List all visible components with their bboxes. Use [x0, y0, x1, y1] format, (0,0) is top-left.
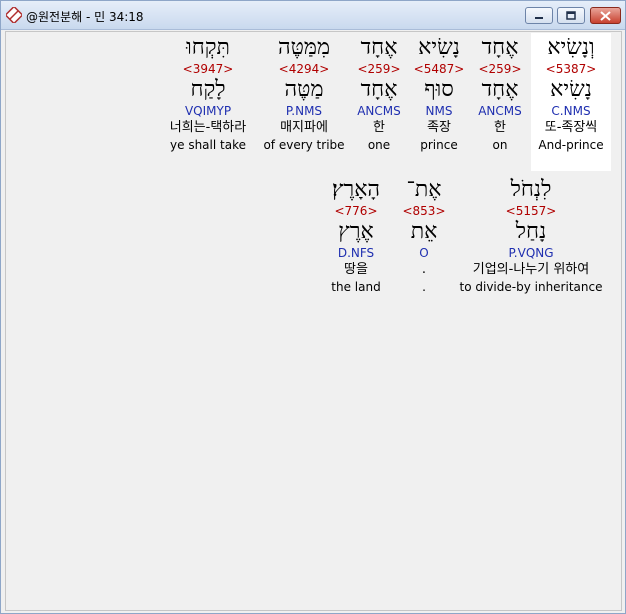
- morphology-code: NMS: [425, 104, 453, 118]
- word-block[interactable]: אֶת־ <853> אֵת O . .: [399, 177, 449, 295]
- english-gloss: prince: [420, 138, 458, 152]
- morphology-code: ANCMS: [357, 104, 401, 118]
- korean-gloss: 한: [494, 120, 506, 135]
- morphology-code: D.NFS: [337, 246, 375, 260]
- hebrew-word: תִּקְחוּ: [186, 35, 230, 60]
- word-block[interactable]: הָאָרֶץ׃ <776> אֶרֶץ D.NFS 땅을 the land: [317, 177, 395, 295]
- maximize-icon: [566, 11, 576, 20]
- close-icon: [600, 10, 611, 21]
- lexical-form: אֶרֶץ: [338, 219, 374, 244]
- hebrew-word: אֶחָד: [481, 35, 519, 60]
- strong-number: <5487>: [413, 62, 465, 76]
- close-button[interactable]: [590, 7, 621, 24]
- english-gloss: .: [422, 280, 426, 294]
- hebrew-word: נָשִׂיא: [418, 35, 460, 60]
- strong-number: <776>: [334, 204, 378, 218]
- lexical-form: לָקַח: [190, 77, 226, 102]
- app-window: @원전분해 - 민 34:18 וְנָשִׂיא <5387> נָשִׂיא…: [0, 0, 626, 614]
- strong-number: <5387>: [545, 62, 597, 76]
- word-block[interactable]: נָשִׂיא <5487> סוּף NMS 족장 prince: [411, 35, 467, 153]
- hebrew-word: אֶחָד: [360, 35, 398, 60]
- maximize-button[interactable]: [557, 7, 585, 24]
- minimize-button[interactable]: [525, 7, 553, 24]
- lexical-form: מַטֶּה: [284, 77, 324, 102]
- word-block[interactable]: תִּקְחוּ <3947> לָקַח VQIMYP 너희는-택하라 ye …: [159, 35, 257, 153]
- app-icon: [6, 7, 22, 23]
- morphology-code: ANCMS: [478, 104, 522, 118]
- korean-gloss: 한: [373, 120, 385, 135]
- word-block[interactable]: לִנְחֹל <5157> נָחַל P.VQNG 기업의-나누기 위하여 …: [453, 177, 609, 295]
- hebrew-word: מִמַּטֶּה: [277, 35, 331, 60]
- korean-gloss: 땅을: [344, 262, 368, 277]
- lexical-form: אֵת: [410, 219, 438, 244]
- morphology-code: C.NMS: [551, 104, 591, 118]
- lexical-form: נָשִׂיא: [550, 77, 592, 102]
- lexical-form: נָחַל: [515, 219, 547, 244]
- hebrew-word: הָאָרֶץ׃: [331, 177, 381, 202]
- window-title: @원전분해 - 민 34:18: [26, 10, 144, 24]
- korean-gloss: 매지파에: [280, 120, 328, 135]
- lexical-form: סוּף: [424, 77, 454, 102]
- english-gloss: on: [492, 138, 508, 152]
- english-gloss: And-prince: [538, 138, 604, 152]
- korean-gloss: 너희는-택하라: [169, 120, 247, 135]
- morphology-code: P.VQNG: [508, 246, 554, 260]
- strong-number: <5157>: [505, 204, 557, 218]
- korean-gloss: 족장: [427, 120, 451, 135]
- korean-gloss: .: [421, 262, 427, 277]
- morphology-code: VQIMYP: [184, 104, 232, 118]
- korean-gloss: 기업의-나누기 위하여: [472, 262, 590, 277]
- english-gloss: the land: [331, 280, 381, 294]
- strong-number: <853>: [402, 204, 446, 218]
- lexical-form: אֶחָד: [481, 77, 519, 102]
- korean-gloss: 또-족장씩: [544, 120, 598, 135]
- morphology-code: P.NMS: [285, 104, 323, 118]
- strong-number: <259>: [478, 62, 522, 76]
- word-block[interactable]: מִמַּטֶּה <4294> מַטֶּה P.NMS 매지파에 of ev…: [263, 35, 345, 153]
- strong-number: <3947>: [182, 62, 234, 76]
- word-block[interactable]: אֶחָד <259> אֶחָד ANCMS 한 on: [471, 35, 529, 153]
- strong-number: <259>: [357, 62, 401, 76]
- title-bar[interactable]: @원전분해 - 민 34:18: [1, 1, 625, 30]
- english-gloss: one: [367, 138, 391, 152]
- english-gloss: of every tribe: [263, 138, 345, 152]
- word-block[interactable]: אֶחָד <259> אֶחָד ANCMS 한 one: [351, 35, 407, 153]
- lexical-form: אֶחָד: [360, 77, 398, 102]
- strong-number: <4294>: [278, 62, 330, 76]
- hebrew-word: אֶת־: [406, 177, 442, 202]
- english-gloss: ye shall take: [170, 138, 246, 152]
- hebrew-word: וְנָשִׂיא: [547, 35, 595, 60]
- word-block[interactable]: וְנָשִׂיא <5387> נָשִׂיא C.NMS 또-족장씩 And…: [533, 35, 609, 153]
- morphology-code: O: [419, 246, 429, 260]
- minimize-icon: [535, 16, 543, 19]
- hebrew-word: לִנְחֹל: [510, 177, 552, 202]
- english-gloss: to divide-by inheritance: [459, 280, 603, 294]
